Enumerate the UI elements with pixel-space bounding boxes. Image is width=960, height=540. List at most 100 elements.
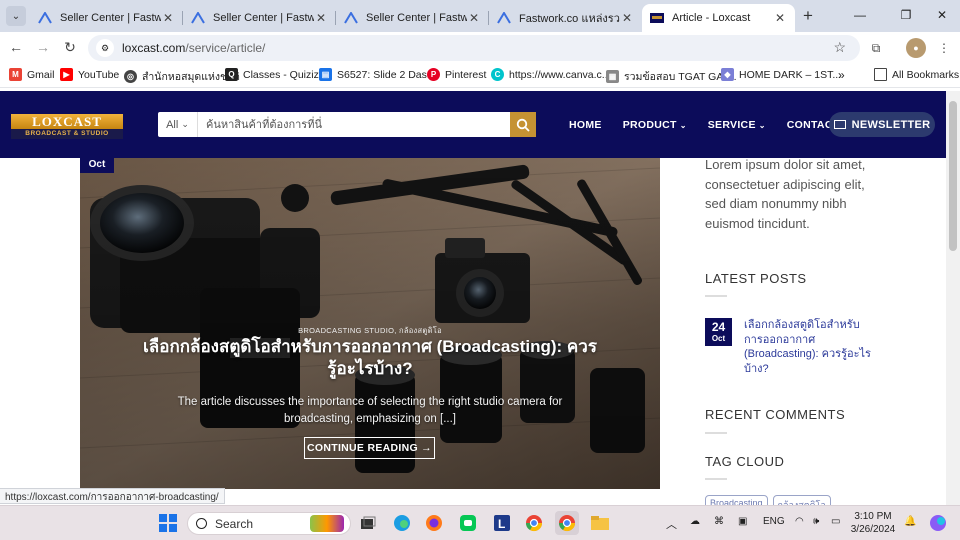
search-category-select[interactable]: All ⌄ (158, 112, 198, 137)
browser-tab[interactable]: Seller Center | Fastwork.c ✕ (30, 4, 183, 32)
recent-comments-heading: RECENT COMMENTS (705, 407, 846, 422)
quizizz-icon: Q (225, 68, 238, 81)
windows-taskbar: Search L ︿ ☁ ⌘ ▣ ENG ◠ 🕪 ▭ 3:10 PM 3/26/… (0, 505, 960, 540)
bookmark-label: S6527: Slide 2 Das... (337, 68, 436, 81)
nav-item-product[interactable]: PRODUCT ⌄ (623, 119, 687, 131)
search-icon (516, 118, 530, 132)
chrome-icon[interactable] (522, 511, 546, 535)
site-info-icon[interactable]: ⚙ (96, 39, 114, 57)
all-bookmarks[interactable]: All Bookmarks (874, 68, 959, 81)
wifi-icon[interactable]: ◠ (795, 516, 804, 527)
bookmark-label: Pinterest (445, 68, 487, 81)
tray-app-icon[interactable]: ⌘ (714, 516, 724, 527)
bookmark-label: YouTube (78, 68, 120, 81)
slides-icon: ▤ (319, 68, 332, 81)
nav-item-service[interactable]: SERVICE ⌄ (708, 119, 766, 131)
continue-reading-button[interactable]: CONTINUE READING → (304, 437, 435, 459)
bookmark-canva[interactable]: C https://www.canva.c... (491, 68, 611, 81)
windows-start-icon[interactable] (156, 511, 180, 535)
chrome-profile-icon[interactable] (555, 511, 579, 535)
reload-icon[interactable]: ↻ (59, 36, 81, 58)
bookmark-star-icon[interactable]: ☆ (833, 39, 846, 56)
edge-icon[interactable] (390, 511, 414, 535)
tab-strip: ⌄ Seller Center | Fastwork.c ✕ Seller Ce… (0, 0, 960, 32)
bookmark-gmail[interactable]: M Gmail (9, 68, 54, 81)
bookmark-label: https://www.canva.c... (509, 68, 611, 81)
search-input[interactable] (198, 112, 510, 137)
tab-title: Article - Loxcast (672, 12, 751, 24)
clock-date: 3/26/2024 (850, 524, 896, 535)
nav-item-home[interactable]: HOME (569, 119, 602, 131)
restore-icon[interactable]: ❐ (886, 4, 926, 26)
bookmark-national-library[interactable]: ◎ สำนักหอสมุดแห่งชาติ (124, 68, 240, 85)
tag-link[interactable]: Broadcasting (705, 495, 768, 505)
address-bar[interactable]: ⚙ loxcast.com/service/article/ ☆ (88, 35, 860, 61)
task-view-icon[interactable] (356, 511, 380, 535)
latest-post-link[interactable]: เลือกกล้องสตูดิโอสำหรับการออกอากาศ (Broa… (744, 318, 874, 376)
profile-avatar[interactable]: ● (906, 38, 926, 58)
post-date-day: 24 (711, 320, 726, 334)
tray-overflow-chevron-icon[interactable]: ︿ (666, 516, 677, 532)
url-host: loxcast.com (122, 41, 186, 55)
newsletter-label: NEWSLETTER (851, 118, 931, 131)
sidebar-about-text: Lorem ipsum dolor sit amet, consectetuer… (705, 157, 866, 231)
window-close-icon[interactable]: ✕ (922, 4, 960, 26)
close-icon[interactable]: ✕ (314, 11, 328, 25)
tab-title: Fastwork.co แหล่งรวมฟรีแล (519, 13, 620, 25)
newsletter-button[interactable]: NEWSLETTER (829, 112, 935, 137)
tag-cloud-heading: TAG CLOUD (705, 454, 785, 469)
svg-text:L: L (498, 517, 505, 531)
copilot-icon[interactable] (926, 511, 950, 535)
bookmark-quizizz[interactable]: Q Classes - Quizizz (225, 68, 324, 81)
search-icon (196, 518, 207, 529)
youtube-icon: ▶ (60, 68, 73, 81)
close-icon[interactable]: ✕ (161, 11, 175, 25)
close-icon[interactable]: ✕ (620, 11, 634, 25)
browser-tab[interactable]: Fastwork.co แหล่งรวมฟรีแล ✕ (489, 4, 642, 32)
firefox-icon[interactable] (422, 511, 446, 535)
file-explorer-icon[interactable] (588, 511, 612, 535)
logo-wordmark: LOXCAST (11, 114, 123, 129)
scrollbar-thumb[interactable] (949, 101, 957, 251)
bookmark-tgat[interactable]: ▦ รวมข้อสอบ TGAT GAT... (606, 68, 737, 85)
chevron-down-icon: ⌄ (181, 119, 189, 129)
system-clock[interactable]: 3:10 PM 3/26/2024 (850, 510, 896, 536)
browser-tab[interactable]: Seller Center | Fastwork.c ✕ (183, 4, 336, 32)
line-app-icon[interactable] (456, 511, 480, 535)
bookmark-home-dark[interactable]: ◆ HOME DARK – 1ST... (721, 68, 841, 81)
article-title[interactable]: เลือกกล้องสตูดิโอสำหรับการออกอากาศ (Broa… (140, 336, 600, 380)
language-indicator[interactable]: ENG (763, 516, 785, 527)
close-icon[interactable]: ✕ (467, 11, 481, 25)
l-app-icon[interactable]: L (490, 511, 514, 535)
pinterest-icon: P (427, 68, 440, 81)
extensions-puzzle-icon[interactable]: ⧉ (866, 38, 886, 58)
bookmark-youtube[interactable]: ▶ YouTube (60, 68, 119, 81)
page-scrollbar[interactable] (946, 91, 960, 505)
taskbar-search[interactable]: Search (187, 512, 351, 535)
bookmark-slides[interactable]: ▤ S6527: Slide 2 Das... (319, 68, 436, 81)
url-path: /service/article/ (185, 41, 266, 55)
close-icon[interactable]: ✕ (773, 11, 787, 25)
onedrive-cloud-icon[interactable]: ☁ (690, 516, 700, 527)
bookmark-pinterest[interactable]: P Pinterest (427, 68, 486, 81)
bookmarks-overflow-icon[interactable]: » (838, 68, 845, 82)
forward-arrow-icon[interactable]: → (32, 36, 54, 58)
battery-icon[interactable]: ▭ (831, 516, 840, 527)
nav-label: PRODUCT (622, 119, 677, 131)
loxcast-logo[interactable]: LOXCAST BROADCAST & STUDIO (11, 114, 123, 139)
browser-tab-active[interactable]: Article - Loxcast ✕ (642, 4, 795, 32)
volume-icon[interactable]: 🕪 (813, 516, 819, 527)
more-menu-icon[interactable]: ⋮ (934, 38, 954, 58)
tag-link[interactable]: กล้องสตูดิโอ (772, 495, 831, 505)
new-tab-plus-icon[interactable]: + (798, 6, 818, 26)
notifications-bell-icon[interactable]: 🔔 (904, 516, 916, 527)
envelope-icon (833, 120, 846, 129)
tray-display-icon[interactable]: ▣ (738, 516, 747, 527)
main-nav: HOME PRODUCT ⌄ SERVICE ⌄ CONTACT (569, 119, 860, 131)
back-arrow-icon[interactable]: ← (5, 36, 27, 58)
search-button[interactable] (510, 112, 536, 137)
minimize-icon[interactable]: — (840, 4, 880, 26)
tab-search-chevron-icon[interactable]: ⌄ (6, 6, 26, 26)
browser-tab[interactable]: Seller Center | Fastwork.c ✕ (336, 4, 489, 32)
post-date-month: Oct (711, 334, 726, 343)
